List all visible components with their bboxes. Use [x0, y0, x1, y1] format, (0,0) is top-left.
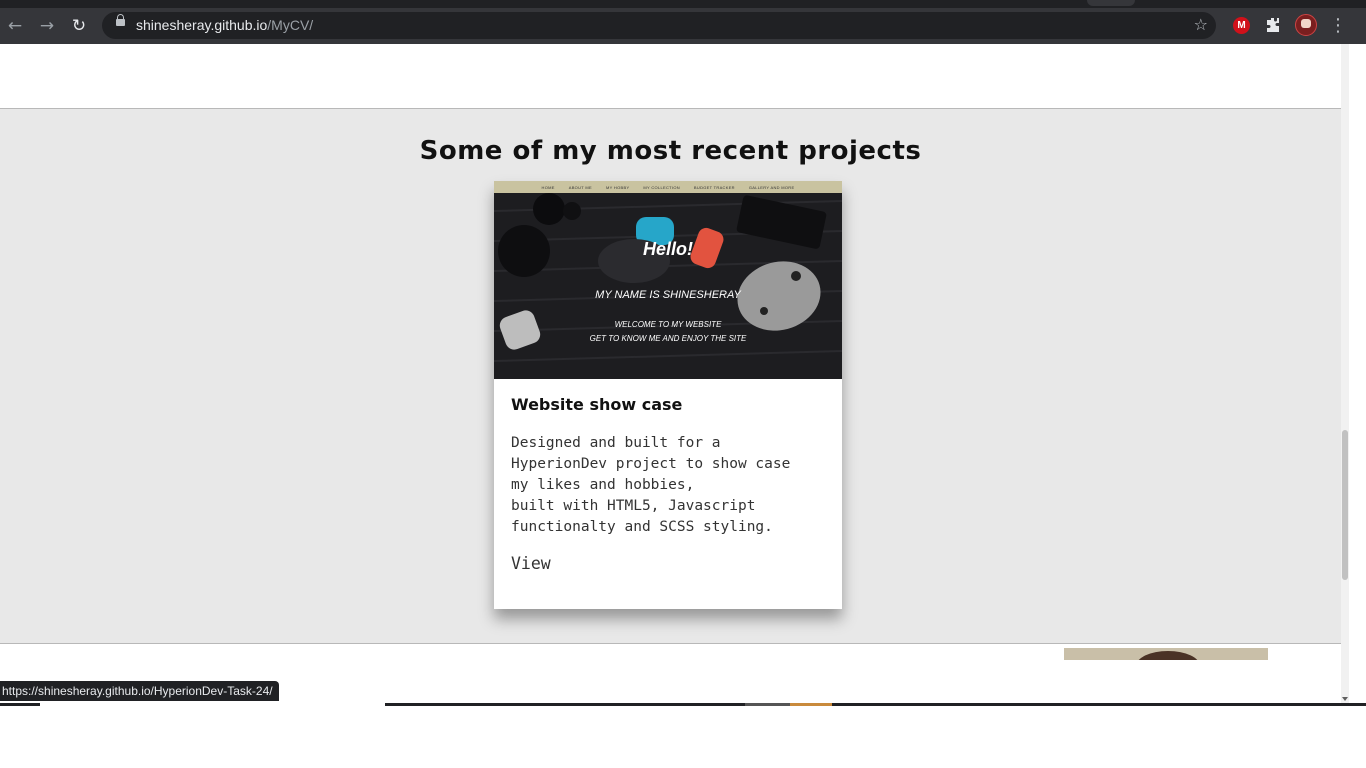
- tab-strip: [0, 0, 1366, 8]
- projects-heading: Some of my most recent projects: [419, 136, 922, 166]
- project-description: Designed and built for a HyperionDev pro…: [511, 435, 791, 535]
- scroll-down-arrow-icon[interactable]: [1342, 697, 1348, 701]
- browser-toolbar: ← → ↻ shinesheray.github.io/MyCV/ ☆ M ⋮: [0, 8, 1366, 44]
- url-text[interactable]: shinesheray.github.io/MyCV/: [136, 17, 313, 33]
- lock-icon[interactable]: [116, 14, 125, 26]
- page-scrollbar[interactable]: [1341, 44, 1349, 703]
- thumbnail-nav-item: MY COLLECTION: [643, 184, 680, 190]
- bottom-area: [0, 703, 1366, 768]
- profile-avatar-icon[interactable]: [1295, 14, 1317, 36]
- profile-photo: [1064, 648, 1268, 660]
- project-thumbnail: HOME ABOUT ME MY HOBBY MY COLLECTION BUD…: [494, 181, 842, 379]
- thumbnail-nav-item: BUDGET TRACKER: [693, 184, 735, 190]
- forward-arrow-icon[interactable]: →: [33, 12, 61, 40]
- back-arrow-icon[interactable]: ←: [1, 12, 29, 40]
- star-icon[interactable]: ☆: [1194, 15, 1208, 34]
- taskbar-segment: [745, 703, 790, 706]
- thumbnail-nav: HOME ABOUT ME MY HOBBY MY COLLECTION BUD…: [494, 181, 842, 193]
- thumbnail-nav-item: GALLERY AND MORE: [748, 184, 795, 190]
- taskbar-segment: [0, 703, 40, 706]
- thumbnail-nav-item: ABOUT ME: [568, 184, 592, 190]
- thumbnail-photo: [494, 181, 842, 379]
- thumbnail-sub-lines: WELCOME TO MY WEBSITE GET TO KNOW ME AND…: [494, 318, 842, 346]
- kebab-menu-icon[interactable]: ⋮: [1328, 14, 1348, 38]
- mega-extension-icon[interactable]: M: [1233, 17, 1250, 34]
- url-path: /MyCV/: [267, 17, 314, 33]
- thumbnail-name-line: MY NAME IS SHINESHERAY: [595, 289, 741, 301]
- reload-icon[interactable]: ↻: [65, 12, 93, 40]
- window-gutter: [1349, 44, 1366, 703]
- thumbnail-hello: Hello!: [642, 239, 693, 259]
- taskbar-segment: [790, 703, 832, 706]
- taskbar-segment: [385, 703, 745, 706]
- thumbnail-sub-line: GET TO KNOW ME AND ENJOY THE SITE: [589, 334, 747, 343]
- project-title: Website show case: [511, 395, 683, 414]
- page-viewport: Some of my most recent projects HOME ABO…: [0, 44, 1341, 703]
- view-project-link[interactable]: View: [511, 554, 551, 573]
- taskbar-segment: [832, 703, 1366, 706]
- thumbnail-nav-item: MY HOBBY: [605, 184, 630, 190]
- puzzle-icon[interactable]: [1264, 16, 1282, 34]
- url-host: shinesheray.github.io: [136, 17, 268, 33]
- scrollbar-thumb[interactable]: [1342, 430, 1348, 580]
- address-bar[interactable]: shinesheray.github.io/MyCV/ ☆: [102, 12, 1216, 39]
- thumbnail-sub-line: WELCOME TO MY WEBSITE: [614, 320, 722, 329]
- project-card: HOME ABOUT ME MY HOBBY MY COLLECTION BUD…: [494, 181, 842, 609]
- active-tab-edge[interactable]: [1087, 0, 1135, 6]
- thumbnail-nav-item: HOME: [541, 184, 555, 190]
- projects-section: Some of my most recent projects HOME ABO…: [0, 108, 1341, 644]
- link-status-bubble: https://shinesheray.github.io/HyperionDe…: [0, 681, 279, 701]
